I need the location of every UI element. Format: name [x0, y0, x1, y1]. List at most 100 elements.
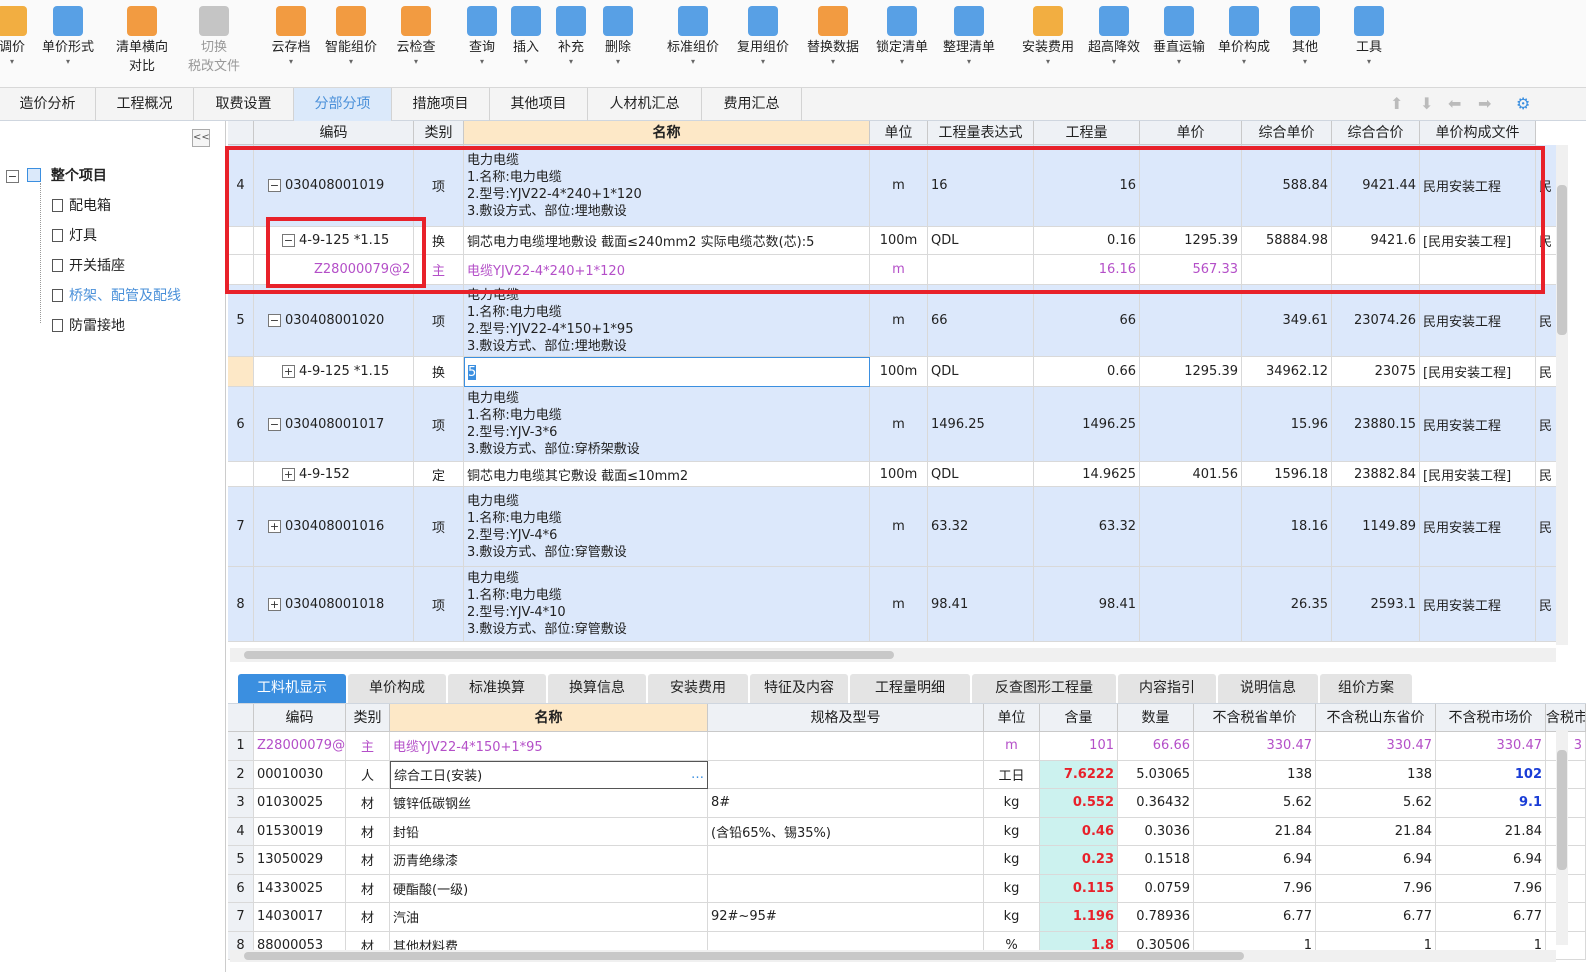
cell-name[interactable]: 5: [464, 357, 870, 387]
arrow-down-icon[interactable]: ⬇: [1420, 94, 1433, 113]
tab-4[interactable]: 措施项目: [392, 88, 490, 121]
resource-header-10[interactable]: 含税市场: [1546, 704, 1586, 732]
tab-0[interactable]: 造价分析: [0, 88, 96, 121]
resource-cell-p3[interactable]: 330.47: [1436, 732, 1546, 761]
cell-name[interactable]: 电力电缆 1.名称:电力电缆 2.型号:YJV22-4*150+1*95 3.敷…: [464, 285, 870, 357]
resource-row[interactable]: 1 Z28000079@3 主 电缆YJV22-4*150+1*95 m 101 66.66…: [228, 732, 1586, 761]
resource-header-4[interactable]: 单位: [984, 704, 1040, 732]
expand-icon[interactable]: +: [268, 520, 281, 533]
resource-row[interactable]: 2 00010030 人 综合工日(安装) … 工日 7.6222 5.03065 138 138…: [228, 760, 1586, 789]
detail-tab-5[interactable]: 特征及内容: [750, 674, 848, 703]
grid-row[interactable]: 5 −030408001020 项 电力电缆 1.名称:电力电缆 2.型号:YJV22…: [228, 285, 1558, 357]
more-options-icon[interactable]: …: [691, 767, 704, 782]
grid-row[interactable]: 7 +030408001016 项 电力电缆 1.名称:电力电缆 2.型号:YJV-4…: [228, 487, 1558, 567]
detail-tab-7[interactable]: 反查图形工程量: [972, 674, 1116, 703]
resource-row[interactable]: 7 14030017 材 汽油 92#~95# kg 1.196 0.78936 6.77 6.7…: [228, 903, 1586, 932]
resource-cell-content[interactable]: 0.23: [1040, 846, 1118, 875]
resource-header-2[interactable]: 名称: [390, 704, 708, 732]
cell-code[interactable]: +4-9-125 *1.15: [254, 357, 414, 387]
resource-row[interactable]: 4 01530019 材 封铅 (含铅65%、锡35%) kg 0.46 0.3036 21.8…: [228, 817, 1586, 846]
cell-expr[interactable]: 66: [928, 285, 1034, 357]
arrow-right-icon[interactable]: ➡: [1478, 94, 1491, 113]
tab-1[interactable]: 工程概况: [96, 88, 194, 121]
toolbar-button-14[interactable]: 锁定清单 ▾: [870, 2, 934, 86]
grid-header-1[interactable]: 类别: [414, 121, 464, 145]
tab-5[interactable]: 其他项目: [490, 88, 588, 121]
detail-tab-2[interactable]: 标准换算: [448, 674, 546, 703]
grid-header-0[interactable]: 编码: [254, 121, 414, 145]
resource-cell-name[interactable]: 综合工日(安装)…: [390, 760, 708, 789]
resource-row[interactable]: 3 01030025 材 镀锌低碳钢丝 8# kg 0.552 0.36432 5.62 5.62…: [228, 789, 1586, 818]
grid-row[interactable]: +4-9-152 定 铜芯电力电缆其它敷设 截面≤10mm2 100m QDL 14.96…: [228, 462, 1558, 487]
resource-cell-content[interactable]: 1.196: [1040, 903, 1118, 932]
grid-header-5[interactable]: 工程量: [1034, 121, 1140, 145]
resource-row[interactable]: 6 14330025 材 硬酯酸(一级) kg 0.115 0.0759 7.96 7.96 7.…: [228, 874, 1586, 903]
toolbar-button-10[interactable]: 删除 ▾: [598, 2, 638, 86]
collapse-icon[interactable]: −: [6, 170, 19, 183]
toolbar-button-16[interactable]: 安装费用 ▾: [1016, 2, 1080, 86]
toolbar-button-1[interactable]: 单价形式 ▾: [36, 2, 100, 86]
resource-row[interactable]: 5 13050029 材 沥青绝缘漆 kg 0.23 0.1518 6.94 6.94 6.94: [228, 846, 1586, 875]
cell-expr[interactable]: QDL: [928, 462, 1034, 487]
grid-header-6[interactable]: 单价: [1140, 121, 1242, 145]
tree-item-1[interactable]: 灯具: [52, 225, 97, 245]
grid-header-3[interactable]: 单位: [870, 121, 928, 145]
resource-cell-name[interactable]: 电缆YJV22-4*150+1*95: [390, 732, 708, 761]
resource-cell-name[interactable]: 沥青绝缘漆: [390, 846, 708, 875]
grid-header-2[interactable]: 名称: [464, 121, 870, 145]
expand-icon[interactable]: +: [282, 365, 295, 378]
cell-code[interactable]: +030408001016: [254, 487, 414, 567]
arrow-left-icon[interactable]: ⬅: [1448, 94, 1461, 113]
detail-tab-1[interactable]: 单价构成: [348, 674, 446, 703]
detail-tab-3[interactable]: 换算信息: [548, 674, 646, 703]
resource-header-1[interactable]: 类别: [346, 704, 390, 732]
toolbar-button-7[interactable]: 查询 ▾: [460, 2, 504, 86]
resource-cell-p3[interactable]: 9.1: [1436, 789, 1546, 818]
grid-header-4[interactable]: 工程量表达式: [928, 121, 1034, 145]
cell-code[interactable]: +030408001018: [254, 567, 414, 642]
collapse-icon[interactable]: −: [268, 314, 281, 327]
resource-header-7[interactable]: 不含税省单价: [1194, 704, 1316, 732]
toolbar-button-20[interactable]: 其他 ▾: [1282, 2, 1328, 86]
settings-icon[interactable]: ⚙: [1516, 94, 1530, 113]
toolbar-button-4[interactable]: 云存档 ▾: [266, 2, 316, 86]
resource-cell-p3[interactable]: 102: [1436, 760, 1546, 789]
toolbar-button-17[interactable]: 超高降效 ▾: [1082, 2, 1146, 86]
resource-cell-content[interactable]: 0.552: [1040, 789, 1118, 818]
resource-header-8[interactable]: 不含税山东省价: [1316, 704, 1436, 732]
grid-vertical-scrollbar[interactable]: [1556, 145, 1568, 645]
toolbar-button-5[interactable]: 智能组价 ▾: [318, 2, 384, 86]
resource-cell-content[interactable]: 7.6222: [1040, 760, 1118, 789]
grid-header-9[interactable]: 单价构成文件: [1420, 121, 1536, 145]
cell-code[interactable]: −030408001017: [254, 387, 414, 462]
toolbar-button-18[interactable]: 垂直运输 ▾: [1148, 2, 1210, 86]
detail-tab-8[interactable]: 内容指引: [1118, 674, 1216, 703]
resource-cell-p3[interactable]: 7.96: [1436, 874, 1546, 903]
detail-tab-10[interactable]: 组价方案: [1320, 674, 1412, 703]
detail-tab-4[interactable]: 安装费用: [648, 674, 748, 703]
cell-expr[interactable]: 63.32: [928, 487, 1034, 567]
toolbar-button-15[interactable]: 整理清单 ▾: [936, 2, 1002, 86]
cell-expr[interactable]: 98.41: [928, 567, 1034, 642]
toolbar-button-12[interactable]: 复用组价 ▾: [730, 2, 796, 86]
grid-row[interactable]: 6 −030408001017 项 电力电缆 1.名称:电力电缆 2.型号:YJV-3…: [228, 387, 1558, 462]
grid-header-8[interactable]: 综合合价: [1332, 121, 1420, 145]
tree-item-4[interactable]: 防雷接地: [52, 315, 125, 335]
collapse-icon[interactable]: −: [268, 417, 281, 431]
expand-icon[interactable]: +: [282, 467, 295, 481]
toolbar-button-8[interactable]: 插入 ▾: [508, 2, 544, 86]
resource-cell-name[interactable]: 汽油: [390, 903, 708, 932]
resource-cell-name[interactable]: 镀锌低碳钢丝: [390, 789, 708, 818]
resource-cell-p3[interactable]: 6.77: [1436, 903, 1546, 932]
toolbar-button-3[interactable]: 切换 税改文件: [186, 2, 242, 86]
resource-cell-p3[interactable]: 21.84: [1436, 817, 1546, 846]
grid-row[interactable]: 8 +030408001018 项 电力电缆 1.名称:电力电缆 2.型号:YJV-4…: [228, 567, 1558, 642]
cell-code[interactable]: −030408001020: [254, 285, 414, 357]
resource-header-5[interactable]: 含量: [1040, 704, 1118, 732]
cell-expr[interactable]: 1496.25: [928, 387, 1034, 462]
expand-icon[interactable]: +: [268, 597, 281, 611]
resource-cell-p3[interactable]: 6.94: [1436, 846, 1546, 875]
toolbar-button-13[interactable]: 替换数据 ▾: [800, 2, 866, 86]
detail-tab-0[interactable]: 工料机显示: [238, 674, 346, 703]
resource-cell-content[interactable]: 0.46: [1040, 817, 1118, 846]
